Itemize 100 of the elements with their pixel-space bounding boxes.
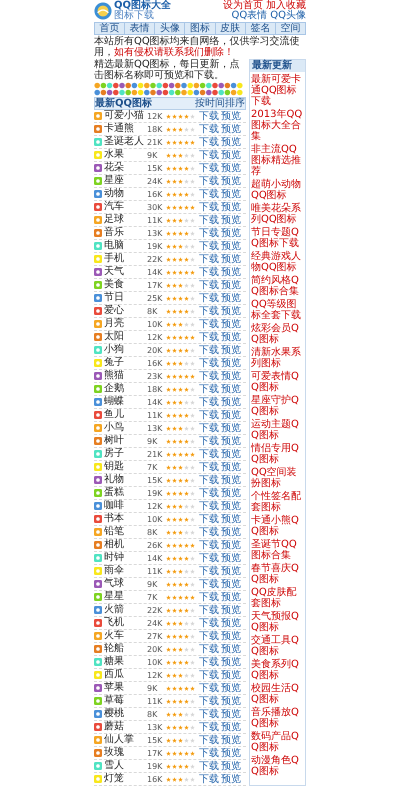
top-link[interactable]: 加入收藏: [266, 1, 306, 11]
news-link[interactable]: 运动主题QQ图标: [250, 419, 305, 441]
news-link[interactable]: QQ皮肤配套图标: [250, 587, 305, 609]
row-link[interactable]: 预览: [221, 161, 241, 175]
row-link[interactable]: 预览: [221, 486, 241, 500]
row-link[interactable]: 下载: [199, 733, 219, 747]
nav-tab[interactable]: 皮肤: [216, 23, 246, 34]
icon-name-link[interactable]: 卡通熊: [104, 123, 145, 135]
row-link[interactable]: 下载: [199, 135, 219, 149]
row-link[interactable]: 预览: [221, 265, 241, 279]
nav-tab[interactable]: 首页: [95, 23, 126, 34]
row-link[interactable]: 下载: [199, 356, 219, 370]
row-link[interactable]: 预览: [221, 122, 241, 136]
row-link[interactable]: 下载: [199, 343, 219, 357]
icon-name-link[interactable]: 钥匙: [104, 461, 145, 473]
row-link[interactable]: 下载: [199, 616, 219, 630]
row-link[interactable]: 下载: [199, 499, 219, 513]
row-link[interactable]: 预览: [221, 304, 241, 318]
icon-name-link[interactable]: 相机: [104, 539, 145, 551]
icon-name-link[interactable]: 树叶: [104, 435, 145, 447]
row-link[interactable]: 预览: [221, 720, 241, 734]
row-link[interactable]: 预览: [221, 291, 241, 305]
news-link[interactable]: 美食系列QQ图标: [250, 659, 305, 681]
row-link[interactable]: 下载: [199, 369, 219, 383]
icon-name-link[interactable]: 美食: [104, 279, 145, 291]
icon-name-link[interactable]: 小狗: [104, 344, 145, 356]
icon-name-link[interactable]: 汽车: [104, 201, 145, 213]
icon-name-link[interactable]: 咖啡: [104, 500, 145, 512]
row-link[interactable]: 下载: [199, 486, 219, 500]
icon-name-link[interactable]: 雨伞: [104, 565, 145, 577]
row-link[interactable]: 预览: [221, 746, 241, 760]
quick-link[interactable]: QQ表情: [232, 11, 268, 21]
news-link[interactable]: 炫彩会员QQ图标: [250, 323, 305, 345]
row-link[interactable]: 下载: [199, 187, 219, 201]
icon-name-link[interactable]: 动物: [104, 188, 145, 200]
news-link[interactable]: 最新可爱卡通QQ图标下载: [250, 74, 305, 107]
news-link[interactable]: 卡通小熊QQ图标: [250, 515, 305, 537]
row-link[interactable]: 预览: [221, 772, 241, 786]
icon-name-link[interactable]: 仙人掌: [104, 734, 145, 746]
row-link[interactable]: 预览: [221, 330, 241, 344]
news-link[interactable]: 星座守护QQ图标: [250, 395, 305, 417]
row-link[interactable]: 预览: [221, 252, 241, 266]
row-link[interactable]: 下载: [199, 408, 219, 422]
nav-tab[interactable]: 签名: [246, 23, 276, 34]
icon-name-link[interactable]: 礼物: [104, 474, 145, 486]
news-link[interactable]: 非主流QQ图标精选推荐: [250, 144, 305, 177]
icon-name-link[interactable]: 节日: [104, 292, 145, 304]
row-link[interactable]: 下载: [199, 655, 219, 669]
row-link[interactable]: 预览: [221, 200, 241, 214]
sort-link[interactable]: 按时间排序: [195, 98, 245, 109]
row-link[interactable]: 下载: [199, 213, 219, 227]
row-link[interactable]: 预览: [221, 629, 241, 643]
row-link[interactable]: 预览: [221, 668, 241, 682]
news-link[interactable]: 个性签名配套图标: [250, 491, 305, 513]
row-link[interactable]: 下载: [199, 382, 219, 396]
nav-tab[interactable]: 空间: [276, 23, 305, 34]
row-link[interactable]: 下载: [199, 226, 219, 240]
icon-name-link[interactable]: 火箭: [104, 604, 145, 616]
row-link[interactable]: 预览: [221, 460, 241, 474]
icon-name-link[interactable]: 小鸟: [104, 422, 145, 434]
row-link[interactable]: 预览: [221, 239, 241, 253]
news-link[interactable]: 2013年QQ图标大全合集: [250, 109, 305, 142]
row-link[interactable]: 预览: [221, 525, 241, 539]
icon-name-link[interactable]: 气球: [104, 578, 145, 590]
icon-name-link[interactable]: 电脑: [104, 240, 145, 252]
row-link[interactable]: 下载: [199, 772, 219, 786]
icon-name-link[interactable]: 蘑菇: [104, 721, 145, 733]
row-link[interactable]: 下载: [199, 252, 219, 266]
nav-tab[interactable]: 表情: [125, 23, 156, 34]
row-link[interactable]: 预览: [221, 421, 241, 435]
row-link[interactable]: 预览: [221, 707, 241, 721]
news-link[interactable]: 情侣专用QQ图标: [250, 443, 305, 465]
row-link[interactable]: 下载: [199, 148, 219, 162]
row-link[interactable]: 预览: [221, 174, 241, 188]
row-link[interactable]: 下载: [199, 421, 219, 435]
news-link[interactable]: QQ等级图标全套下载: [250, 299, 305, 321]
row-link[interactable]: 下载: [199, 694, 219, 708]
news-link[interactable]: 简约风格QQ图标合集: [250, 275, 305, 297]
row-link[interactable]: 预览: [221, 343, 241, 357]
row-link[interactable]: 下载: [199, 473, 219, 487]
news-link[interactable]: QQ空间装扮图标: [250, 467, 305, 489]
row-link[interactable]: 预览: [221, 590, 241, 604]
row-link[interactable]: 下载: [199, 564, 219, 578]
row-link[interactable]: 下载: [199, 109, 219, 123]
icon-name-link[interactable]: 书本: [104, 513, 145, 525]
icon-name-link[interactable]: 圣诞老人: [104, 136, 145, 148]
row-link[interactable]: 预览: [221, 148, 241, 162]
row-link[interactable]: 预览: [221, 135, 241, 149]
row-link[interactable]: 预览: [221, 447, 241, 461]
row-link[interactable]: 下载: [199, 291, 219, 305]
row-link[interactable]: 预览: [221, 603, 241, 617]
row-link[interactable]: 下载: [199, 512, 219, 526]
row-link[interactable]: 预览: [221, 226, 241, 240]
row-link[interactable]: 预览: [221, 278, 241, 292]
news-link[interactable]: 经典游戏人物QQ图标: [250, 251, 305, 273]
row-link[interactable]: 预览: [221, 473, 241, 487]
row-link[interactable]: 预览: [221, 642, 241, 656]
row-link[interactable]: 下载: [199, 330, 219, 344]
icon-name-link[interactable]: 草莓: [104, 695, 145, 707]
icon-name-link[interactable]: 飞机: [104, 617, 145, 629]
